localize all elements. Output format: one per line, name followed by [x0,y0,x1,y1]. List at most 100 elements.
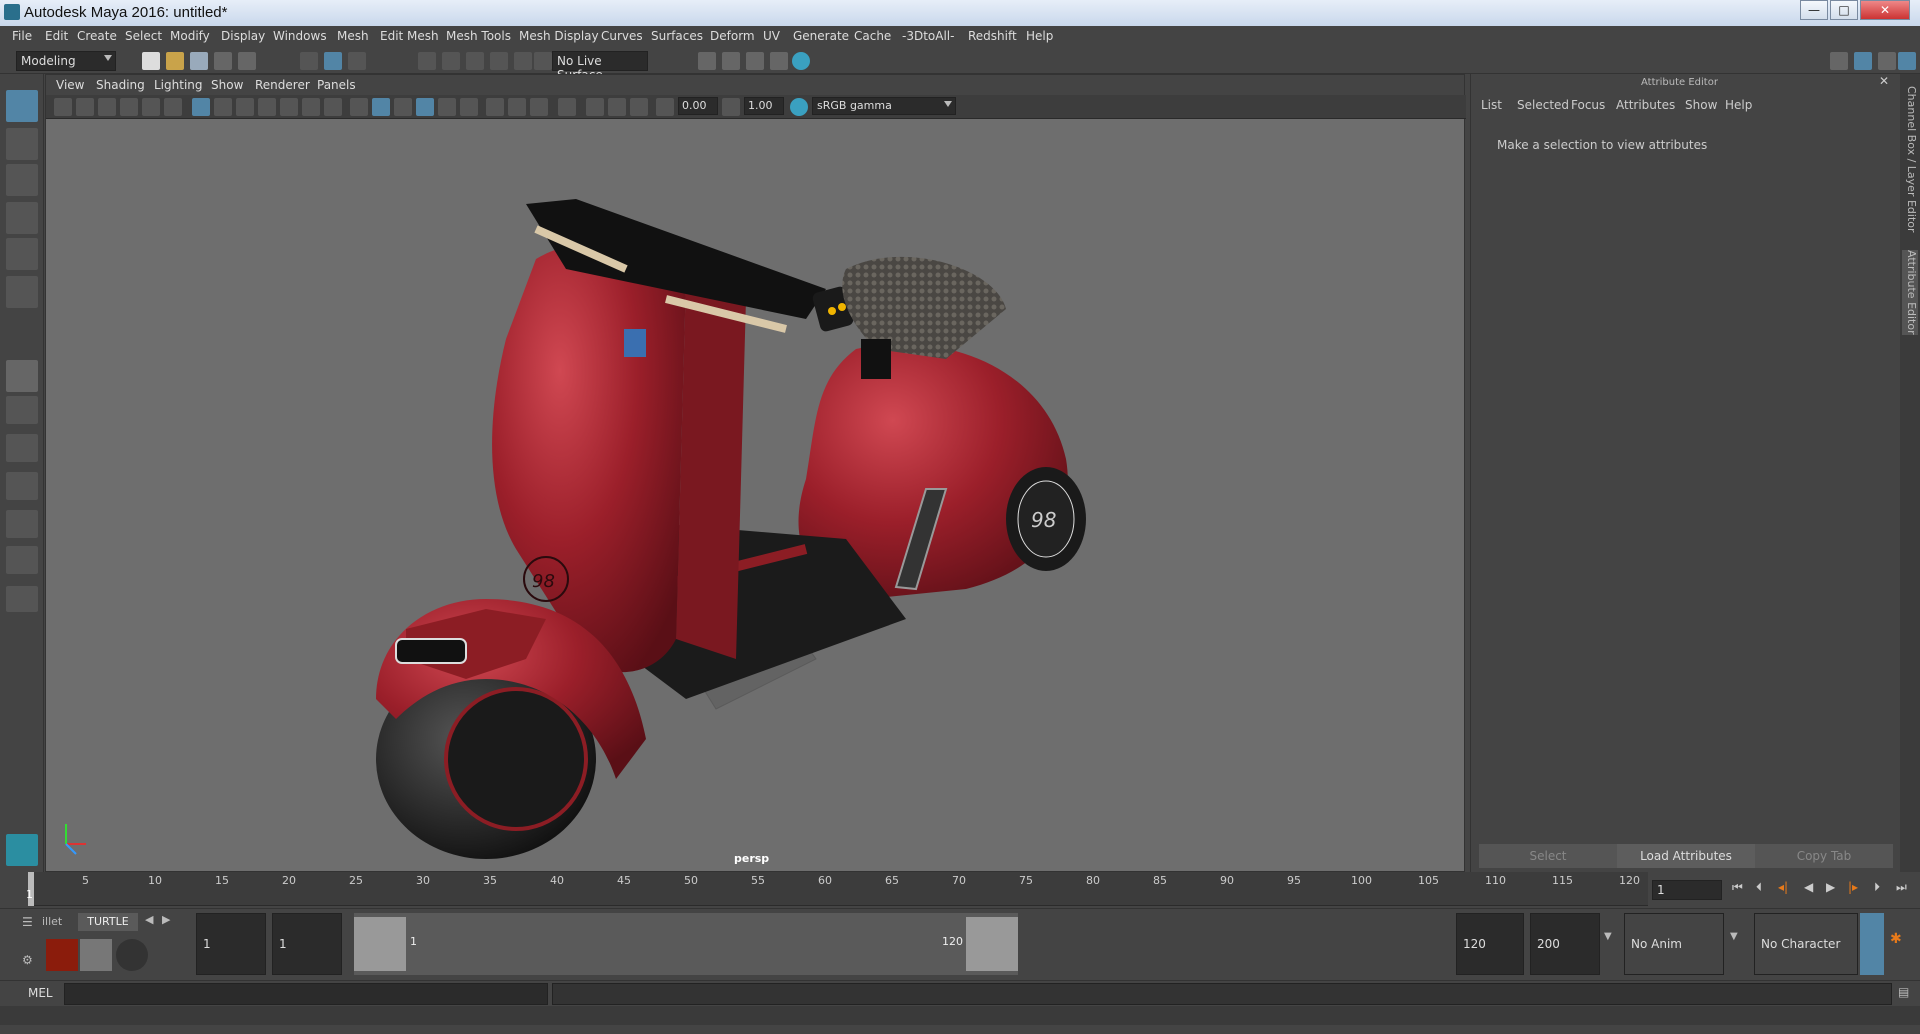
hypershade-icon[interactable] [792,52,810,70]
go-to-end-icon[interactable]: ⏭ [1896,880,1907,895]
menu-windows[interactable]: Windows [273,29,327,43]
menu-modify[interactable]: Modify [170,29,210,43]
minimize-button[interactable]: — [1800,0,1828,20]
open-scene-icon[interactable] [166,52,184,70]
menu-edit[interactable]: Edit [45,29,68,43]
close-icon[interactable]: ✕ [1879,74,1889,88]
safe-title-icon[interactable] [324,98,342,116]
play-forward-icon[interactable]: ▶ [1826,880,1835,894]
play-backward-icon[interactable]: ◀ [1804,880,1813,894]
menu-mesh-display[interactable]: Mesh Display [519,29,599,43]
color-management-icon[interactable] [790,98,808,116]
turtle-bake-icon[interactable] [80,939,112,971]
live-surface-field[interactable]: No Live Surface [552,51,648,82]
snap-vertex-icon[interactable] [534,52,552,70]
camera-attributes-icon[interactable] [76,98,94,116]
script-editor-icon[interactable]: ▤ [1898,985,1909,999]
tool-settings-icon[interactable] [1878,52,1896,70]
maximize-button[interactable]: □ [1830,0,1858,20]
playback-start-field[interactable]: 1 [272,913,342,975]
load-attributes-button[interactable]: Load Attributes [1617,844,1755,868]
wireframe-icon[interactable] [350,98,368,116]
menu-curves[interactable]: Curves [601,29,643,43]
attr-menu-focus[interactable]: Focus [1571,98,1605,112]
step-forward-key-icon[interactable]: |▸ [1848,880,1858,894]
panel-menu-show[interactable]: Show [211,78,243,92]
scene-end-field[interactable]: 200 [1530,913,1600,975]
attribute-editor-toggle-icon[interactable] [1854,52,1872,70]
attr-menu-show[interactable]: Show [1685,98,1717,112]
grease-pencil-icon[interactable] [164,98,182,116]
command-input[interactable] [64,983,548,1005]
camera-select-icon[interactable] [54,98,72,116]
exposure-field[interactable]: 0.00 [678,97,718,115]
menu-3dtoall[interactable]: -3DtoAll- [902,29,954,43]
go-to-start-icon[interactable]: ⏮ [1732,880,1743,895]
menu-generate[interactable]: Generate [793,29,849,43]
attribute-editor-tab[interactable]: Attribute Editor [1902,250,1918,335]
layout-toggle-icon[interactable] [6,586,38,612]
range-slider[interactable]: 1 120 [354,913,1018,975]
menu-redshift[interactable]: Redshift [968,29,1017,43]
render-settings-icon[interactable] [770,52,788,70]
menu-edit-mesh[interactable]: Edit Mesh [380,29,439,43]
rotate-tool-icon[interactable] [6,238,38,270]
use-all-lights-icon[interactable] [438,98,456,116]
menu-help[interactable]: Help [1026,29,1053,43]
close-button[interactable]: ✕ [1860,0,1910,20]
textured-icon[interactable] [416,98,434,116]
chevron-down-icon[interactable]: ▼ [1604,931,1612,942]
select-component-icon[interactable] [348,52,366,70]
shelf-tab-turtle[interactable]: TURTLE [78,913,138,931]
menu-create[interactable]: Create [77,29,117,43]
menu-deform[interactable]: Deform [710,29,755,43]
move-tool-icon[interactable] [6,202,38,234]
turtle-surface-icon[interactable] [116,939,148,971]
menu-cache[interactable]: Cache [854,29,891,43]
snap-point-icon[interactable] [466,52,484,70]
smooth-shade-icon[interactable] [372,98,390,116]
panel-menu-view[interactable]: View [56,78,84,92]
select-hierarchy-icon[interactable] [300,52,318,70]
exposure-icon[interactable] [656,98,674,116]
attr-menu-list[interactable]: List [1481,98,1502,112]
current-frame-field[interactable]: 1 [1652,880,1722,900]
gamma-field[interactable]: 1.00 [744,97,784,115]
xray-icon[interactable] [586,98,604,116]
playback-end-field[interactable]: 120 [1456,913,1524,975]
shelf-tab-illet[interactable]: illet [42,915,62,928]
wireframe-on-shaded-icon[interactable] [394,98,412,116]
menu-mesh[interactable]: Mesh [337,29,369,43]
lasso-tool-icon[interactable] [6,128,38,160]
panel-menu-renderer[interactable]: Renderer [255,78,310,92]
select-button[interactable]: Select [1479,844,1617,868]
film-gate-icon[interactable] [214,98,232,116]
ipr-render-icon[interactable] [746,52,764,70]
attr-menu-selected[interactable]: Selected [1517,98,1569,112]
channel-box-toggle-icon[interactable] [1898,52,1916,70]
modeling-toolkit-icon[interactable] [1830,52,1848,70]
resolution-gate-icon[interactable] [236,98,254,116]
snap-surface-icon[interactable] [514,52,532,70]
xray-joints-icon[interactable] [608,98,626,116]
mel-label[interactable]: MEL [28,986,53,1000]
snap-curve-icon[interactable] [442,52,460,70]
persp-outliner-layout-icon[interactable] [6,434,38,462]
step-back-frame-icon[interactable]: ⏴ [1756,880,1762,895]
four-view-layout-icon[interactable] [6,396,38,424]
snap-view-icon[interactable] [490,52,508,70]
step-forward-frame-icon[interactable]: ⏵ [1874,880,1880,895]
shelf-settings-icon[interactable]: ⚙ [22,953,33,967]
render-view-icon[interactable] [698,52,716,70]
menu-mesh-tools[interactable]: Mesh Tools [446,29,511,43]
new-scene-icon[interactable] [142,52,160,70]
xray-components-icon[interactable] [630,98,648,116]
chevron-down-icon[interactable]: ▼ [1730,931,1738,942]
select-tool-icon[interactable] [6,90,38,122]
range-start-handle[interactable] [354,917,406,971]
panel-menu-lighting[interactable]: Lighting [154,78,203,92]
time-ruler[interactable]: 1 5 10 15 20 25 30 35 40 45 50 55 60 65 … [26,872,1648,906]
shelf-menu-icon[interactable]: ☰ [22,915,33,929]
field-chart-icon[interactable] [280,98,298,116]
grid-toggle-icon[interactable] [192,98,210,116]
